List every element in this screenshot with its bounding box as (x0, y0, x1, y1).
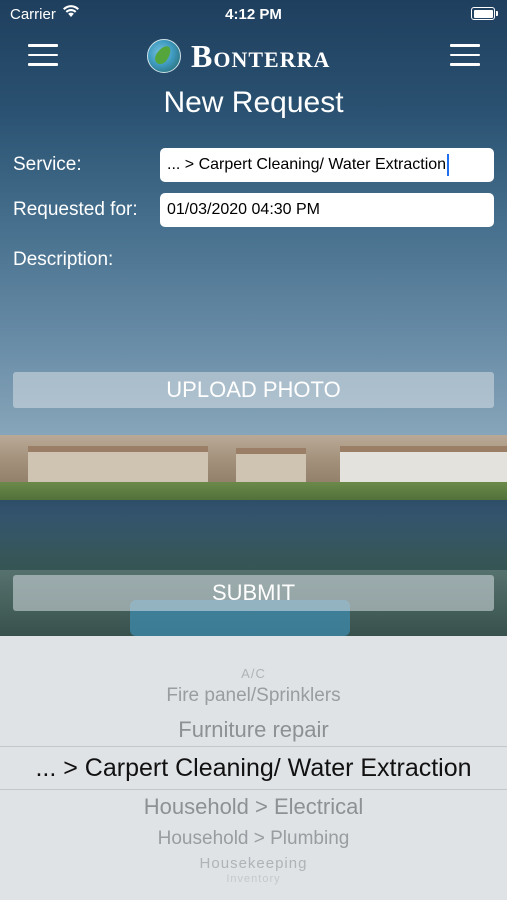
battery-icon (471, 7, 498, 20)
bonterra-logo-icon (147, 39, 181, 73)
description-area[interactable] (13, 278, 494, 362)
brand-name: Bonterra (191, 37, 331, 74)
status-time: 4:12 PM (225, 6, 282, 23)
picker-item[interactable]: Household > Electrical (0, 794, 507, 820)
picker-item[interactable]: Furniture repair (0, 717, 507, 743)
text-cursor (447, 153, 450, 176)
requested-for-field[interactable]: 01/03/2020 04:30 PM (160, 193, 494, 227)
service-picker[interactable]: A/C Fire panel/Sprinklers Furniture repa… (0, 636, 507, 900)
description-label: Description: (13, 249, 114, 270)
status-bar: Carrier 4:12 PM (0, 0, 507, 30)
service-field[interactable]: ... > Carpert Cleaning/ Water Extraction (160, 148, 494, 182)
picker-item-selected[interactable]: ... > Carpert Cleaning/ Water Extraction (0, 754, 507, 783)
upload-photo-button[interactable]: UPLOAD PHOTO (13, 372, 494, 408)
service-value: ... > Carpert Cleaning/ Water Extraction (167, 156, 447, 173)
page-title: New Request (163, 86, 344, 119)
background-grass (0, 482, 507, 502)
picker-item[interactable]: Fire panel/Sprinklers (0, 685, 507, 707)
requested-for-value: 01/03/2020 04:30 PM (167, 201, 321, 218)
menu-left-icon[interactable] (28, 44, 58, 66)
picker-item[interactable]: Household > Plumbing (0, 828, 507, 850)
nav-bar: Bonterra (0, 36, 507, 76)
picker-item[interactable]: A/C (0, 666, 507, 681)
requested-for-label: Requested for: (13, 199, 138, 220)
submit-button[interactable]: SUBMIT (13, 575, 494, 611)
service-label: Service: (13, 154, 82, 175)
picker-selection-line-bottom (0, 789, 507, 790)
picker-item[interactable]: Inventory (0, 873, 507, 885)
picker-selection-line-top (0, 746, 507, 747)
menu-right-icon[interactable] (450, 44, 480, 66)
brand: Bonterra (147, 37, 331, 74)
picker-item[interactable]: Housekeeping (0, 855, 507, 872)
